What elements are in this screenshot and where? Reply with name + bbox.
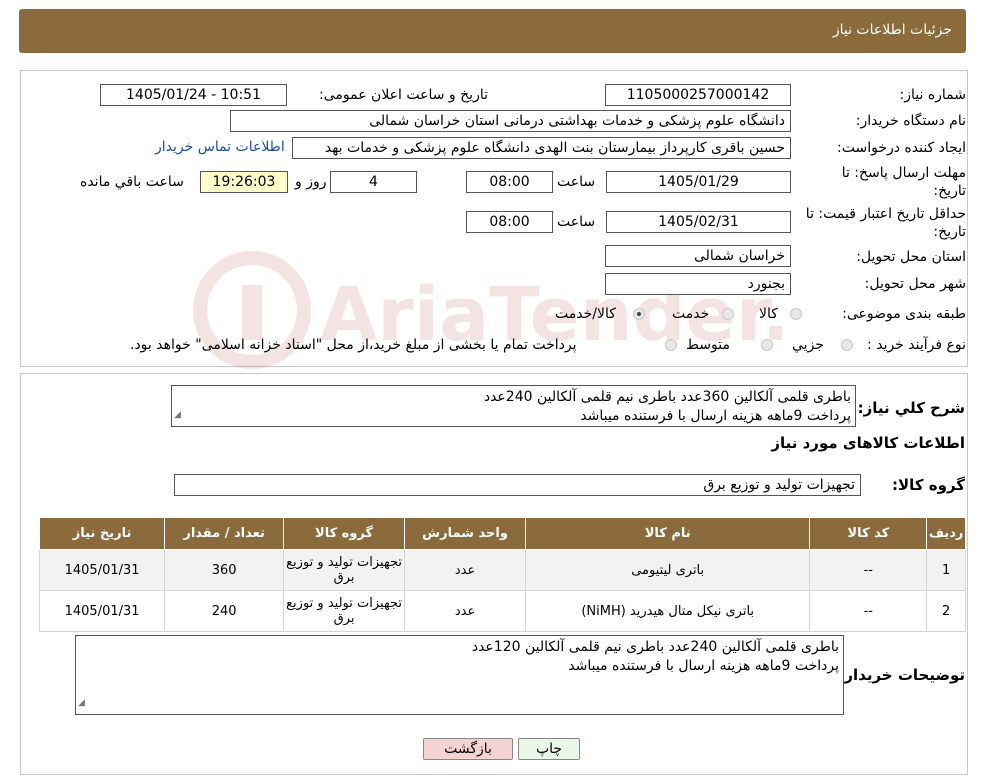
category-radio-goods[interactable] [790,308,802,320]
print-button[interactable]: چاپ [518,738,580,760]
category-radio-service[interactable] [722,308,734,320]
announce-field: 1405/01/24 - 10:51 [100,84,287,106]
buyer-contact-link[interactable]: اطلاعات تماس خریدار [155,139,285,155]
description-textarea[interactable]: باطری قلمی آلکالین 360عدد باطری نیم قلمی… [171,385,856,427]
resize-handle-icon[interactable]: ◢ [174,406,181,425]
buyer-notes-label: توضیحات خریدار: [838,666,965,684]
reply-time-label: ساعت [557,174,596,190]
cell-quantity: 240 [164,590,285,632]
reply-deadline-label: مهلت ارسال پاسخ: تا [841,165,966,181]
city-field: بجنورد [605,273,791,295]
province-label: استان محل تحویل: [856,249,966,265]
need-number-field: 1105000257000142 [605,84,791,106]
announce-label: تاریخ و ساعت اعلان عمومی: [319,87,488,103]
cell-group: تجهیزات تولید و توزیع برق [283,549,406,591]
cell-group: تجهیزات تولید و توزیع برق [283,590,406,632]
process-note: پرداخت تمام یا بخشی از مبلغ خرید،از محل … [130,337,577,353]
price-validity-label-2: تاریخ: [933,224,966,240]
process-radio-treasury[interactable] [665,339,677,351]
city-label: شهر محل تحویل: [864,276,966,292]
category-option-goods: کالا [759,306,778,322]
table-row: 1 -- باتری لیتیومی عدد تجهیزات تولید و ت… [38,549,966,591]
buyer-notes-line-2: پرداخت 9ماهه هزینه ارسال با فرستنده میبا… [568,658,839,674]
buyer-org-label: نام دستگاه خریدار: [855,113,966,129]
process-option-medium: متوسط [686,337,730,353]
col-header-name: نام کالا [525,517,811,550]
description-line-1: باطری قلمی آلکالین 360عدد باطری نیم قلمی… [483,389,851,405]
cell-unit: عدد [404,549,527,591]
table-header-row: ردیف کد کالا نام کالا واحد شمارش گروه کا… [38,517,966,550]
buyer-notes-textarea[interactable]: باطری قلمی آلکالین 240عدد باطری نیم قلمی… [75,635,844,715]
description-line-2: پرداخت 9ماهه هزینه ارسال با فرستنده میبا… [580,408,851,424]
cell-name: باتری نیکل متال هیدرید (NiMH) [525,590,811,632]
price-validity-time-label: ساعت [557,214,596,230]
category-option-goods-service: کالا/خدمت [555,306,616,322]
category-option-service: خدمت [672,306,710,322]
table-row: 2 -- باتری نیکل متال هیدرید (NiMH) عدد ت… [38,590,966,632]
days-field: 4 [330,171,417,193]
buyer-org-field: دانشگاه علوم پزشکی و خدمات بهداشتی درمان… [230,110,791,132]
price-validity-time-field: 08:00 [466,211,553,233]
goods-section-title: اطلاعات کالاهای مورد نیاز [771,434,965,452]
need-number-label: شماره نیاز: [899,87,967,103]
process-option-minor: جزیي [792,337,824,353]
cell-date: 1405/01/31 [38,590,166,632]
category-radio-goods-service[interactable] [633,308,645,320]
cell-quantity: 360 [164,549,285,591]
cell-name: باتری لیتیومی [525,549,811,591]
remaining-time-label: ساعت باقي مانده [80,174,184,190]
requester-label: ایجاد کننده درخواست: [837,140,966,156]
process-radio-minor[interactable] [841,339,853,351]
page-header: جزئیات اطلاعات نیاز [19,9,966,53]
page-title: جزئیات اطلاعات نیاز [832,22,952,38]
buyer-notes-line-1: باطری قلمی آلکالین 240عدد باطری نیم قلمی… [471,639,839,655]
col-header-group: گروه کالا [283,517,406,550]
goods-group-field: تجهیزات تولید و توزیع برق [174,474,861,496]
price-validity-date-field: 1405/02/31 [606,211,791,233]
reply-date-field: 1405/01/29 [606,171,791,193]
reply-time-field: 08:00 [466,171,553,193]
col-header-unit: واحد شمارش [404,517,527,550]
reply-deadline-label-2: تاریخ: [933,183,966,199]
cell-code: -- [809,549,928,591]
goods-table: ردیف کد کالا نام کالا واحد شمارش گروه کا… [38,517,966,632]
province-field: خراسان شمالی [605,245,791,267]
cell-row-number: 1 [926,549,966,591]
price-validity-label: حداقل تاریخ اعتبار قیمت: تا [805,206,966,222]
col-header-row-number: ردیف [926,517,966,550]
back-button[interactable]: بازگشت [423,738,513,760]
cell-date: 1405/01/31 [38,549,166,591]
cell-code: -- [809,590,928,632]
cell-row-number: 2 [926,590,966,632]
description-label: شرح کلي نیاز: [857,399,965,417]
process-label: نوع فرآیند خرید : [867,337,966,353]
col-header-code: کد کالا [809,517,928,550]
days-label: روز و [295,174,327,190]
remaining-time-field: 19:26:03 [200,171,288,193]
cell-unit: عدد [404,590,527,632]
resize-handle-icon[interactable]: ◢ [78,694,85,713]
col-header-date: تاریخ نیاز [38,517,166,550]
goods-group-label: گروه کالا: [892,476,965,494]
requester-field: حسین باقری کارپرداز بیمارستان بنت الهدی … [292,137,791,159]
col-header-quantity: تعداد / مقدار [164,517,285,550]
category-label: طبقه بندی موضوعی: [842,306,966,322]
process-radio-medium[interactable] [761,339,773,351]
